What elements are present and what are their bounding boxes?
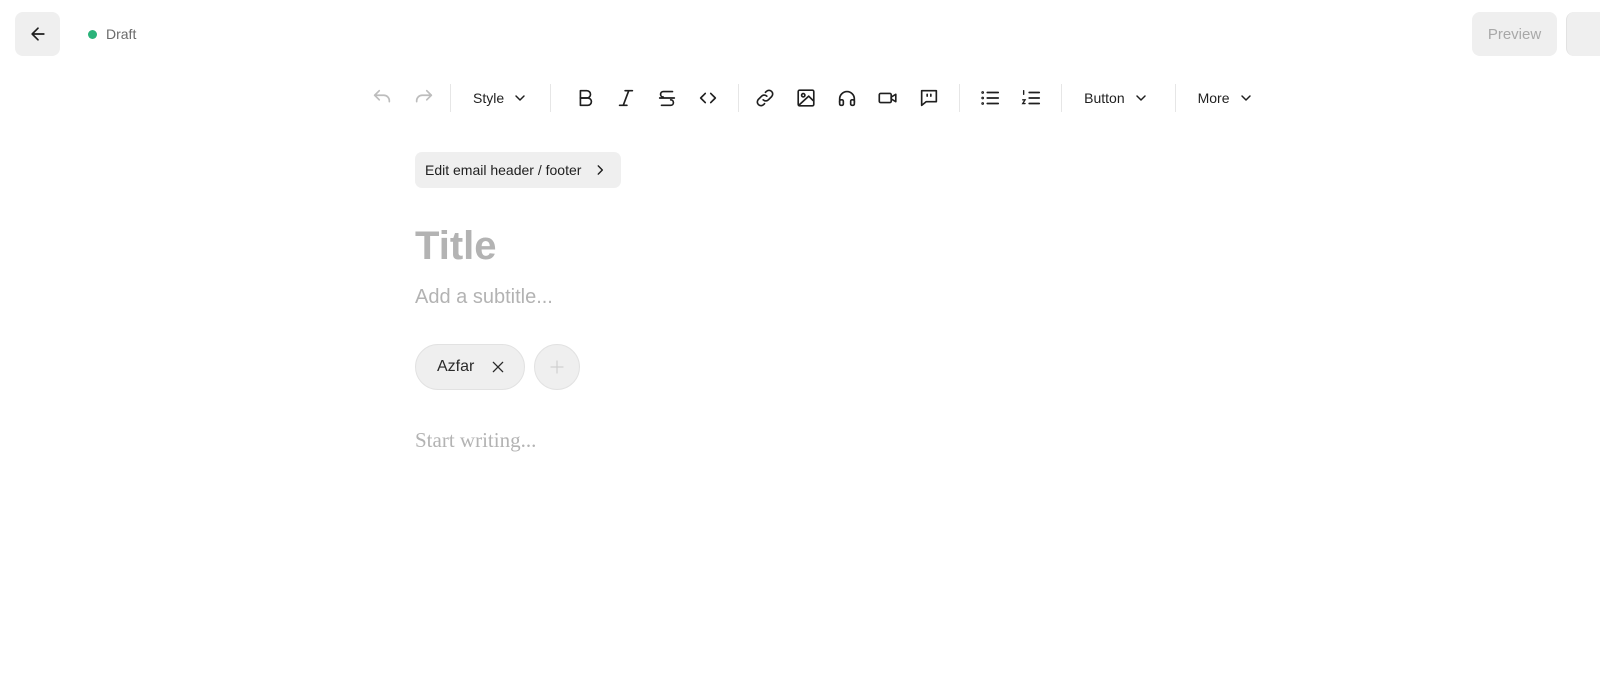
image-icon bbox=[797, 89, 815, 107]
editor-content: Edit email header / footer Title Add a s… bbox=[415, 152, 1215, 453]
bullet-list-icon bbox=[981, 91, 1000, 105]
plus-icon bbox=[550, 360, 564, 374]
button-dropdown[interactable]: Button bbox=[1072, 81, 1160, 115]
chevron-down-icon bbox=[1240, 95, 1251, 101]
button-label: Button bbox=[1084, 90, 1125, 106]
editor-toolbar: Style Button More bbox=[366, 80, 1266, 116]
video-icon bbox=[878, 92, 897, 104]
more-dropdown[interactable]: More bbox=[1186, 81, 1266, 115]
body-editor[interactable]: Start writing... bbox=[415, 428, 1215, 453]
subtitle-input[interactable]: Add a subtitle... bbox=[415, 282, 1215, 312]
strikethrough-icon bbox=[658, 90, 676, 107]
undo-icon bbox=[373, 89, 391, 103]
toolbar-divider bbox=[1061, 84, 1063, 112]
style-label: Style bbox=[473, 90, 505, 106]
audio-button[interactable] bbox=[831, 81, 863, 115]
toolbar-divider bbox=[550, 84, 552, 112]
redo-icon bbox=[415, 89, 433, 103]
add-author-button[interactable] bbox=[534, 344, 581, 390]
back-button[interactable] bbox=[15, 12, 60, 56]
toolbar-divider bbox=[1174, 84, 1176, 112]
more-label: More bbox=[1197, 90, 1230, 106]
chevron-down-icon bbox=[515, 95, 525, 101]
arrow-left-icon bbox=[30, 27, 45, 41]
status-label: Draft bbox=[106, 26, 137, 42]
header-footer-label: Edit email header / footer bbox=[425, 162, 582, 178]
chevron-right-icon bbox=[597, 165, 604, 175]
link-icon bbox=[756, 89, 774, 107]
close-icon bbox=[493, 361, 504, 373]
code-icon bbox=[699, 92, 717, 104]
bold-button[interactable] bbox=[569, 81, 601, 115]
bullet-list-button[interactable] bbox=[974, 81, 1006, 115]
toolbar-divider bbox=[738, 84, 740, 112]
italic-icon bbox=[618, 89, 634, 107]
strikethrough-button[interactable] bbox=[651, 81, 683, 115]
author-name: Azfar bbox=[437, 358, 475, 375]
redo-button[interactable] bbox=[408, 81, 440, 115]
quote-icon bbox=[920, 89, 938, 107]
quote-button[interactable] bbox=[913, 81, 945, 115]
undo-button[interactable] bbox=[366, 81, 398, 115]
bold-icon bbox=[579, 89, 593, 107]
author-list: Azfar bbox=[415, 344, 1215, 390]
link-button[interactable] bbox=[749, 81, 781, 115]
numbered-list-button[interactable] bbox=[1015, 81, 1047, 115]
image-button[interactable] bbox=[790, 81, 822, 115]
status-dot bbox=[88, 29, 97, 39]
numbered-list-icon bbox=[1021, 89, 1041, 105]
style-dropdown[interactable]: Style bbox=[461, 81, 540, 115]
video-button[interactable] bbox=[872, 81, 904, 115]
edit-header-footer-button[interactable]: Edit email header / footer bbox=[415, 152, 622, 188]
chevron-down-icon bbox=[1135, 95, 1146, 101]
title-input[interactable]: Title bbox=[415, 222, 1215, 270]
author-chip: Azfar bbox=[415, 344, 526, 390]
status-indicator: Draft bbox=[88, 26, 136, 42]
toolbar-divider bbox=[450, 84, 451, 112]
italic-button[interactable] bbox=[610, 81, 642, 115]
headphones-icon bbox=[838, 90, 856, 107]
code-button[interactable] bbox=[692, 81, 724, 115]
remove-author-button[interactable] bbox=[490, 359, 506, 375]
continue-button[interactable] bbox=[1566, 12, 1600, 56]
toolbar-divider bbox=[959, 84, 961, 112]
top-bar: Draft Preview bbox=[0, 0, 1600, 70]
preview-button[interactable]: Preview bbox=[1472, 12, 1557, 56]
